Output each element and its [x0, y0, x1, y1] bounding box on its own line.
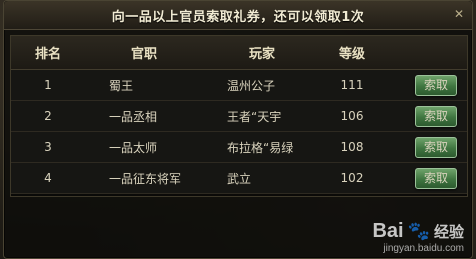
title-cell: 一品丞相	[109, 109, 158, 124]
rank-cell: 2	[44, 109, 52, 123]
table-header: 排名 官职 玩家 等级	[11, 36, 467, 70]
officials-table: 排名 官职 玩家 等级 1 蜀王 温州公子 111 索取 2 一品丞相 王者“天…	[10, 35, 468, 197]
table-row: 4 一品征东将军 武立 102 索取	[11, 163, 467, 194]
claim-button[interactable]: 索取	[415, 136, 457, 158]
level-cell: 106	[340, 109, 364, 123]
action-cell: 索取	[383, 167, 467, 189]
claim-button[interactable]: 索取	[415, 74, 457, 96]
level-cell: 108	[340, 140, 364, 154]
claim-voucher-dialog: 向一品以上官员索取礼券，还可以领取1次 ✕ 排名 官职 玩家 等级 1 蜀王 温…	[3, 0, 473, 259]
table-row: 2 一品丞相 王者“天宇 106 索取	[11, 101, 467, 132]
rank-cell: 3	[44, 140, 52, 154]
title-cell: 一品征东将军	[109, 171, 182, 186]
rank-cell: 1	[44, 78, 52, 92]
level-cell: 111	[340, 78, 364, 92]
level-cell: 102	[340, 171, 364, 185]
player-cell: 王者“天宇	[227, 109, 282, 124]
header-level: 等级	[338, 47, 365, 62]
player-cell: 布拉格“易绿	[227, 140, 294, 155]
player-cell: 武立	[227, 171, 252, 186]
watermark-url: jingyan.baidu.com	[383, 243, 464, 254]
action-cell: 索取	[383, 74, 467, 96]
title-cell: 一品太师	[109, 140, 158, 155]
close-icon[interactable]: ✕	[452, 7, 466, 21]
dialog-title-bar: 向一品以上官员索取礼券，还可以领取1次 ✕	[4, 1, 472, 30]
header-rank: 排名	[34, 47, 61, 62]
title-cell: 蜀王	[109, 78, 134, 93]
header-title: 官职	[130, 47, 157, 62]
watermark-logo-row: Bai 🐾 经验	[372, 220, 464, 243]
action-cell: 索取	[383, 105, 467, 127]
table-row: 3 一品太师 布拉格“易绿 108 索取	[11, 132, 467, 163]
jingyan-label: 经验	[433, 223, 464, 241]
paw-icon: 🐾	[407, 221, 430, 242]
rank-cell: 4	[44, 171, 52, 185]
baidu-jingyan-watermark: Bai 🐾 经验 jingyan.baidu.com	[372, 220, 464, 254]
claim-button[interactable]: 索取	[415, 167, 457, 189]
baidu-logo: Bai	[372, 220, 404, 242]
header-player: 玩家	[248, 47, 275, 62]
dialog-title: 向一品以上官员索取礼券，还可以领取1次	[111, 9, 365, 25]
action-cell: 索取	[383, 136, 467, 158]
table-row: 1 蜀王 温州公子 111 索取	[11, 70, 467, 101]
claim-button[interactable]: 索取	[415, 105, 457, 127]
player-cell: 温州公子	[227, 78, 276, 93]
